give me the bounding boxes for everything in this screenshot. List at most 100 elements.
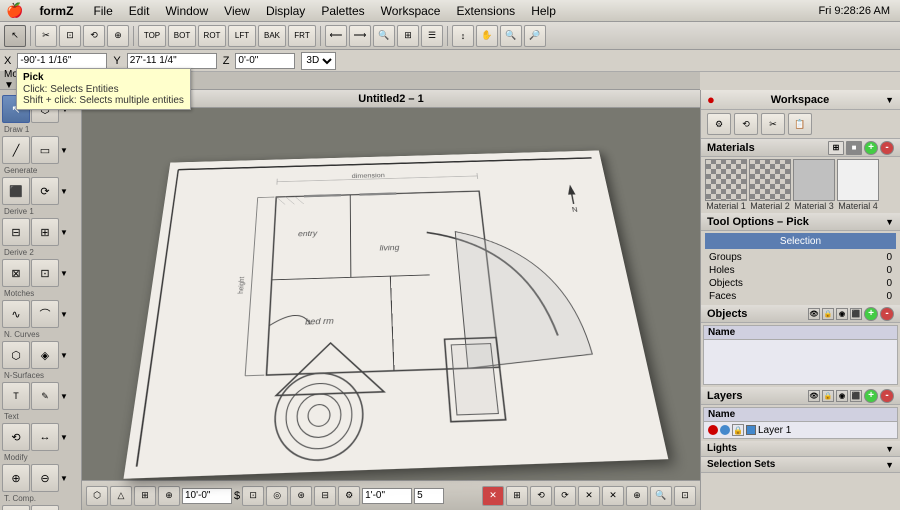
ws-tool-1[interactable]: ⚙ — [707, 113, 731, 135]
tool-tcomp1[interactable]: ⊕ — [2, 464, 30, 492]
obj-color-icon[interactable]: ⬛ — [850, 308, 862, 320]
tool-arrow-down9[interactable]: ▼ — [60, 423, 70, 451]
tool-arrow-down4[interactable]: ▼ — [60, 218, 70, 246]
menu-view[interactable]: View — [216, 2, 258, 20]
tb-btn-12[interactable]: 🔍 — [500, 25, 522, 47]
menu-display[interactable]: Display — [258, 2, 313, 20]
ws-tool-2[interactable]: ⟲ — [734, 113, 758, 135]
tool-ncurve1[interactable]: ∿ — [2, 300, 30, 328]
view-mode-select[interactable]: 3D2D — [301, 52, 336, 70]
layer-vis-icon[interactable]: ◉ — [836, 390, 848, 402]
bottom-btn-16[interactable]: 🔍 — [650, 486, 672, 506]
bottom-btn-3[interactable]: ⊞ — [134, 486, 156, 506]
tool-nsurface2[interactable]: ◈ — [31, 341, 59, 369]
tool-modify1[interactable]: ⟲ — [2, 423, 30, 451]
tool-arrow-down3[interactable]: ▼ — [60, 177, 70, 205]
obj-lock-icon[interactable]: 🔒 — [822, 308, 834, 320]
bottom-btn-12[interactable]: ⟳ — [554, 486, 576, 506]
tool-ncurve2[interactable]: ⌒ — [31, 300, 59, 328]
tb-view-bak[interactable]: BAK — [258, 25, 286, 47]
tool-mesh[interactable]: ⊠ — [2, 259, 30, 287]
tool-revolve[interactable]: ⟳ — [31, 177, 59, 205]
coord-z-input[interactable] — [235, 53, 295, 69]
bottom-btn-14[interactable]: ✕ — [602, 486, 624, 506]
material-item-4[interactable]: Material 4 — [837, 159, 879, 211]
bottom-btn-13[interactable]: ✕ — [578, 486, 600, 506]
coord-y-input[interactable] — [127, 53, 217, 69]
tool-derive2a[interactable]: ⊟ — [2, 218, 30, 246]
panel-close-btn[interactable]: ● — [707, 92, 715, 107]
tb-btn-3[interactable]: ⟲ — [83, 25, 105, 47]
tb-btn-11[interactable]: ✋ — [476, 25, 498, 47]
layer-lock-icon[interactable]: 🔒 — [822, 390, 834, 402]
tb-btn-5[interactable]: ⟵ — [325, 25, 347, 47]
tool-arrow-down2[interactable]: ▼ — [60, 136, 70, 164]
material-item-1[interactable]: Material 1 — [705, 159, 747, 211]
menu-edit[interactable]: Edit — [121, 2, 158, 20]
menu-workspace[interactable]: Workspace — [373, 2, 449, 20]
tb-btn-10[interactable]: ↕ — [452, 25, 474, 47]
tool-rect[interactable]: ▭ — [31, 136, 59, 164]
bottom-btn-1[interactable]: ⬡ — [86, 486, 108, 506]
tool-arrow-down8[interactable]: ▼ — [60, 382, 70, 410]
tool-arrow-down[interactable]: ▼ — [60, 95, 70, 123]
tb-btn-7[interactable]: 🔍 — [373, 25, 395, 47]
material-item-3[interactable]: Material 3 — [793, 159, 835, 211]
bottom-btn-11[interactable]: ⟲ — [530, 486, 552, 506]
sketch-canvas[interactable]: dimension height living entry bed rm — [82, 108, 700, 480]
canvas-tab-active[interactable]: Untitled2 – 1 — [82, 72, 164, 89]
material-item-2[interactable]: Material 2 — [749, 159, 791, 211]
ws-tool-3[interactable]: ✂ — [761, 113, 785, 135]
tool-arrow-down5[interactable]: ▼ — [60, 259, 70, 287]
tb-btn-6[interactable]: ⟶ — [349, 25, 371, 47]
bottom-btn-7[interactable]: ⊛ — [290, 486, 312, 506]
bottom-btn-15[interactable]: ⊕ — [626, 486, 648, 506]
tb-btn-4[interactable]: ⊕ — [107, 25, 129, 47]
tb-view-frt[interactable]: FRT — [288, 25, 316, 47]
tool-arrow-down6[interactable]: ▼ — [60, 300, 70, 328]
tool-modify2[interactable]: ↔ — [31, 423, 59, 451]
tb-btn-8[interactable]: ⊞ — [397, 25, 419, 47]
bottom-btn-6[interactable]: ◎ — [266, 486, 288, 506]
bottom-btn-9[interactable]: ⚙ — [338, 486, 360, 506]
tool-text1[interactable]: T — [2, 382, 30, 410]
tb-view-rot[interactable]: ROT — [198, 25, 226, 47]
apple-menu[interactable]: 🍎 — [6, 2, 23, 19]
tb-view-top[interactable]: TOP — [138, 25, 166, 47]
mat-ctrl-add[interactable]: + — [864, 141, 878, 155]
tb-btn-9[interactable]: ☰ — [421, 25, 443, 47]
tb-btn-1[interactable]: ✂ — [35, 25, 57, 47]
tool-text2[interactable]: ✎ — [31, 382, 59, 410]
tb-view-bot[interactable]: BOT — [168, 25, 196, 47]
bottom-btn-2[interactable]: △ — [110, 486, 132, 506]
layer-eye-icon[interactable]: 👁 — [808, 390, 820, 402]
menu-palettes[interactable]: Palettes — [313, 2, 372, 20]
bottom-btn-cancel[interactable]: ✕ — [482, 486, 504, 506]
lights-arrow[interactable]: ▼ — [885, 444, 894, 454]
layer-remove-btn[interactable]: - — [880, 389, 894, 403]
coord-x-input[interactable] — [17, 53, 107, 69]
tool-options-arrow[interactable]: ▼ — [885, 217, 894, 227]
obj-vis-icon[interactable]: ◉ — [836, 308, 848, 320]
menu-file[interactable]: File — [85, 2, 120, 20]
tool-mesh2[interactable]: ⊡ — [31, 259, 59, 287]
menu-extensions[interactable]: Extensions — [448, 2, 523, 20]
bottom-btn-17[interactable]: ⊡ — [674, 486, 696, 506]
layer-add-btn[interactable]: + — [864, 389, 878, 403]
mat-ctrl-gray[interactable]: ■ — [846, 141, 862, 155]
bottom-input-snap[interactable] — [414, 488, 444, 504]
layer-item-1[interactable]: 🔒 Layer 1 — [704, 422, 897, 438]
mat-ctrl-checkers[interactable]: ⊞ — [828, 141, 844, 155]
tool-arrow-down11[interactable]: ▼ — [60, 505, 70, 510]
tool-arrow-down10[interactable]: ▼ — [60, 464, 70, 492]
bottom-btn-8[interactable]: ⊟ — [314, 486, 336, 506]
bottom-btn-5[interactable]: ⊡ — [242, 486, 264, 506]
tool-measure2[interactable]: 📏 — [31, 505, 59, 510]
ws-tool-4[interactable]: 📋 — [788, 113, 812, 135]
tool-extrude[interactable]: ⬛ — [2, 177, 30, 205]
menu-window[interactable]: Window — [157, 2, 216, 20]
tool-arrow-down7[interactable]: ▼ — [60, 341, 70, 369]
menu-formz[interactable]: formZ — [31, 2, 81, 20]
tool-derive2b[interactable]: ⊞ — [31, 218, 59, 246]
mat-ctrl-remove[interactable]: - — [880, 141, 894, 155]
